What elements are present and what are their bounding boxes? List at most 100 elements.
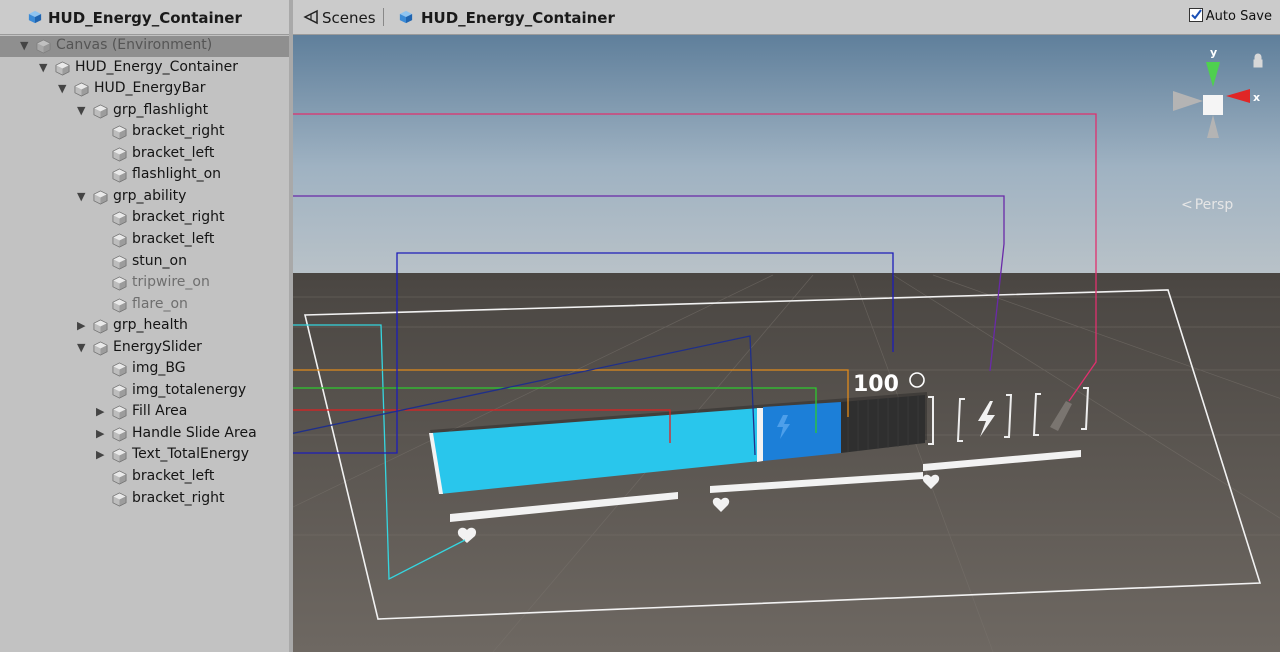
breadcrumb-prefab[interactable]: HUD_Energy_Container [421,9,615,27]
hierarchy-item-label: flare_on [132,295,188,312]
gameobject-cube-icon [112,211,127,226]
hierarchy-header: HUD_Energy_Container [0,0,290,35]
hierarchy-item-label: bracket_left [132,144,215,161]
expand-arrow-right-icon[interactable]: ▶ [96,405,104,418]
header-divider [383,8,384,26]
scene-viewport[interactable]: 100 y x < Persp [293,35,1280,652]
lock-icon[interactable] [1253,53,1263,68]
gameobject-cube-icon [112,448,127,463]
auto-save-checkbox[interactable] [1188,8,1203,22]
hierarchy-item[interactable]: bracket_right [0,208,290,229]
checkmark-icon [1191,9,1202,20]
gameobject-cube-icon [93,341,108,356]
prefab-cube-icon [28,10,42,24]
scenes-tab[interactable]: Scenes [322,9,376,27]
expand-arrow-down-icon[interactable]: ▼ [39,61,47,74]
gameobject-cube-icon [112,405,127,420]
hierarchy-item[interactable]: ▶ Fill Area [0,402,290,423]
hierarchy-item-label: EnergySlider [113,338,202,355]
gameobject-cube-icon [112,255,127,269]
hierarchy-item-label: HUD_EnergyBar [94,80,206,97]
scene-back-icon[interactable] [303,9,319,25]
hierarchy-item[interactable]: ▼ grp_ability [0,187,290,208]
hierarchy-item-label: HUD_Energy_Container [75,58,238,75]
expand-arrow-right-icon[interactable]: ▶ [96,448,104,461]
gameobject-cube-icon [93,319,108,334]
scene-view: Scenes HUD_Energy_Container Auto Save 10… [293,0,1280,652]
hierarchy-item[interactable]: ▶ Handle Slide Area [0,424,290,445]
hierarchy-item[interactable]: img_BG [0,359,290,380]
gizmo-center [1203,95,1223,115]
hierarchy-item-label: bracket_right [132,209,225,226]
hierarchy-panel: HUD_Energy_Container ▼ Canvas (Environmen… [0,0,290,652]
gameobject-cube-icon [36,39,51,54]
gameobject-cube-icon [112,362,127,377]
handle-slide [757,408,763,462]
hierarchy-item-label: bracket_right [132,489,225,506]
hierarchy-title: HUD_Energy_Container [48,9,242,27]
hierarchy-item[interactable]: ▶ Text_TotalEnergy [0,445,290,466]
hierarchy-item[interactable]: bracket_right [0,122,290,143]
skybox [293,35,1280,275]
hierarchy-item[interactable]: ▼ HUD_EnergyBar [0,79,290,100]
hierarchy-item[interactable]: ▼ Canvas (Environment) [0,36,290,57]
prefab-cube-icon [399,10,413,24]
gameobject-cube-icon [112,384,127,399]
expand-arrow-down-icon[interactable]: ▼ [20,39,28,52]
hierarchy-item[interactable]: flare_on [0,295,290,316]
hierarchy-item-label: tripwire_on [132,274,210,291]
expand-arrow-down-icon[interactable]: ▼ [77,341,85,354]
gameobject-cube-icon [112,168,127,183]
gameobject-cube-icon [93,104,108,119]
scene-canvas: 100 y x [293,35,1280,652]
energy-value-text: 100 [853,372,899,397]
hierarchy-item[interactable]: bracket_left [0,230,290,251]
hierarchy-item[interactable]: bracket_left [0,467,290,488]
hierarchy-item[interactable]: bracket_left [0,144,290,165]
hierarchy-item-label: bracket_right [132,123,225,140]
hierarchy-item-label: grp_flashlight [113,101,209,118]
expand-arrow-right-icon[interactable]: ▶ [96,427,104,440]
gizmo-y-label: y [1210,46,1217,59]
expand-arrow-right-icon[interactable]: ▶ [77,319,85,332]
gameobject-cube-icon [112,427,127,442]
gameobject-cube-icon [74,82,89,97]
auto-save-label: Auto Save [1205,9,1272,24]
expand-arrow-down-icon[interactable]: ▼ [77,104,85,117]
hierarchy-item[interactable]: ▼ EnergySlider [0,338,290,359]
hierarchy-item[interactable]: tripwire_on [0,273,290,294]
hierarchy-item-label: Text_TotalEnergy [132,446,250,463]
hierarchy-item-label: Fill Area [132,403,188,420]
hierarchy-item-label: Canvas (Environment) [56,37,213,53]
hierarchy-item-label: flashlight_on [132,166,222,183]
hierarchy-item[interactable]: img_totalenergy [0,381,290,402]
gameobject-cube-icon [112,147,127,162]
expand-arrow-down-icon[interactable]: ▼ [58,82,66,95]
hierarchy-item[interactable]: ▼ HUD_Energy_Container [0,58,290,79]
gameobject-cube-icon [112,470,127,485]
expand-arrow-down-icon[interactable]: ▼ [77,190,85,203]
gameobject-cube-icon [93,190,108,205]
gameobject-cube-icon [55,61,70,76]
gameobject-cube-icon [112,125,127,140]
energy-bg [841,395,925,453]
persp-arrow-icon: < [1181,197,1193,213]
hierarchy-item[interactable]: flashlight_on [0,165,290,186]
hierarchy-item[interactable]: ▼ grp_flashlight [0,101,290,122]
hierarchy-item-label: img_BG [132,360,186,377]
auto-save-toggle[interactable]: Auto Save [1188,8,1272,24]
gameobject-cube-icon [112,492,127,507]
persp-label: Persp [1194,197,1234,213]
hierarchy-item[interactable]: stun_on [0,252,290,273]
gizmo-x-label: x [1253,91,1260,104]
hierarchy-item[interactable]: ▶ grp_health [0,316,290,337]
scene-header: Scenes HUD_Energy_Container Auto Save [293,0,1280,35]
hierarchy-item-label: stun_on [132,252,187,269]
gameobject-cube-icon [112,298,127,313]
gameobject-cube-icon [112,233,127,248]
hierarchy-item-label: grp_health [113,317,188,334]
hierarchy-item[interactable]: bracket_right [0,489,290,510]
hierarchy-item-label: img_totalenergy [132,381,247,398]
projection-toggle[interactable]: < Persp [1181,197,1233,213]
hierarchy-item-label: bracket_left [132,230,215,247]
